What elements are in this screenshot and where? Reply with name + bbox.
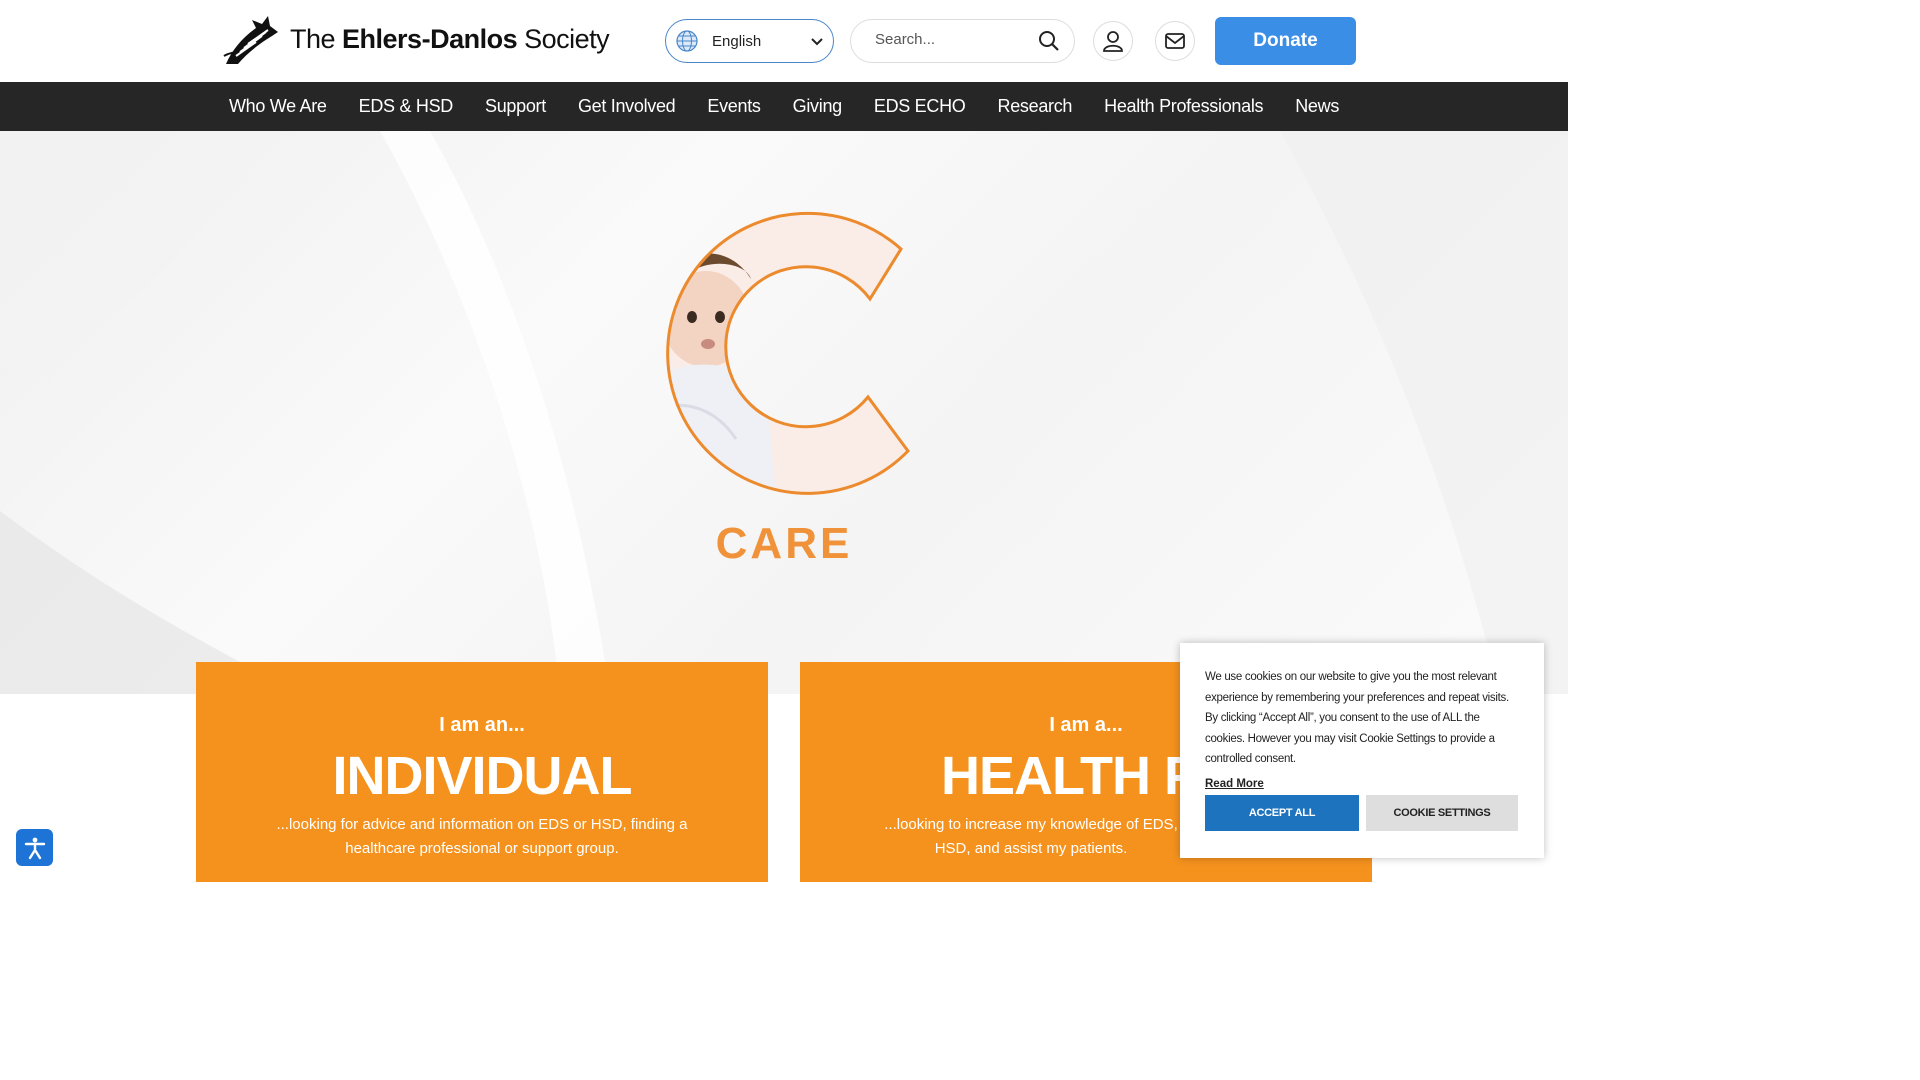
zebra-logo-icon [223, 16, 278, 64]
mail-icon [1165, 33, 1185, 49]
newsletter-button[interactable] [1155, 21, 1195, 61]
accessibility-button[interactable] [16, 829, 53, 866]
accessibility-icon [24, 837, 45, 859]
nav-eds-echo[interactable]: EDS ECHO [874, 96, 966, 117]
card-description: ...looking for advice and information on… [276, 816, 688, 857]
nav-health-professionals[interactable]: Health Professionals [1104, 96, 1263, 117]
search-box [850, 19, 1075, 63]
language-label: English [712, 32, 762, 50]
main-nav: Who We Are EDS & HSD Support Get Involve… [0, 82, 1568, 131]
cookie-consent-banner: We use cookies on our website to give yo… [1180, 643, 1544, 858]
search-input[interactable] [875, 31, 1025, 48]
globe-icon [676, 30, 698, 52]
cookie-buttons: ACCEPT ALL COOKIE SETTINGS [1205, 795, 1518, 831]
chevron-down-icon [811, 38, 823, 46]
nav-news[interactable]: News [1295, 96, 1339, 117]
nav-get-involved[interactable]: Get Involved [578, 96, 676, 117]
logo-text: The Ehlers-Danlos Society [290, 23, 610, 54]
nav-events[interactable]: Events [707, 96, 761, 117]
nav-support[interactable]: Support [485, 96, 546, 117]
individual-card[interactable]: I am an... INDIVIDUAL ...looking for adv… [196, 662, 768, 882]
user-icon [1103, 31, 1123, 52]
donate-button[interactable]: Donate [1215, 17, 1356, 65]
cookie-read-more-link[interactable]: Read More [1205, 778, 1264, 790]
card-title: INDIVIDUAL [332, 746, 633, 806]
nav-research[interactable]: Research [998, 96, 1073, 117]
nav-who-we-are[interactable]: Who We Are [229, 96, 327, 117]
hero-banner: CARE [0, 131, 1568, 694]
nav-eds-hsd[interactable]: EDS & HSD [359, 96, 454, 117]
card-pre-label: I am an... [439, 714, 525, 736]
site-logo[interactable]: The Ehlers-Danlos Society [222, 12, 610, 66]
care-c-graphic [666, 211, 910, 495]
search-icon[interactable] [1038, 30, 1060, 52]
language-select[interactable]: English [665, 19, 834, 63]
hero-care-word: CARE [715, 519, 853, 568]
account-button[interactable] [1093, 21, 1133, 61]
site-header: The Ehlers-Danlos Society English Search… [0, 0, 1568, 82]
nav-giving[interactable]: Giving [793, 96, 843, 117]
accept-all-button[interactable]: ACCEPT ALL [1205, 795, 1359, 831]
cookie-text: We use cookies on our website to give yo… [1205, 671, 1509, 765]
cookie-settings-button[interactable]: COOKIE SETTINGS [1366, 795, 1518, 831]
